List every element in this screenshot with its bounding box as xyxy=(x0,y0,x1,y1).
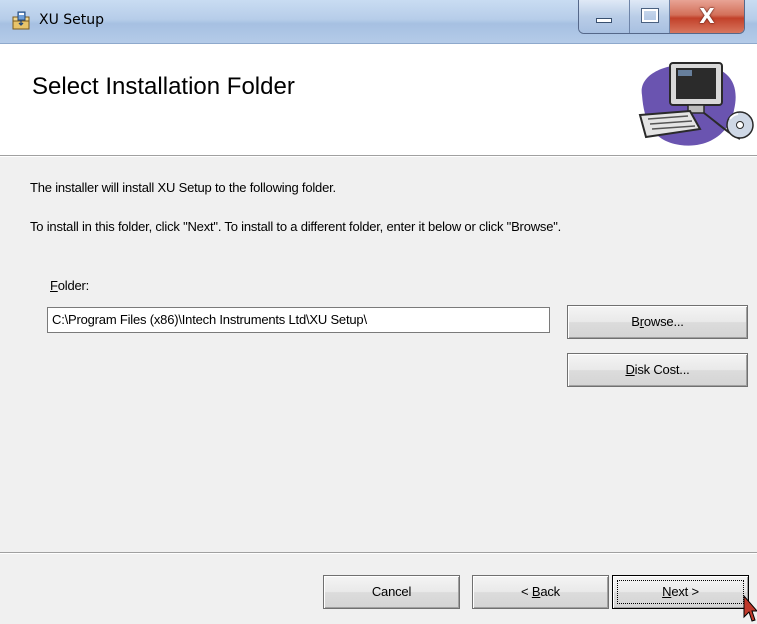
cancel-button[interactable]: Cancel xyxy=(323,575,460,609)
mouse-cursor-icon xyxy=(743,595,757,622)
back-label-start: < xyxy=(521,584,532,599)
disk-cost-label-mnemonic: D xyxy=(625,362,635,377)
browse-label-start: B xyxy=(631,314,640,329)
close-button[interactable]: X xyxy=(670,0,744,33)
minimize-button[interactable] xyxy=(579,0,630,33)
window-title: XU Setup xyxy=(39,12,105,28)
page-title: Select Installation Folder xyxy=(32,73,295,100)
title-bar: XU Setup X xyxy=(0,0,757,44)
focus-rectangle xyxy=(617,580,744,604)
install-info-text: The installer will install XU Setup to t… xyxy=(30,180,336,195)
disk-cost-button[interactable]: Disk Cost... xyxy=(567,353,748,387)
folder-label: Folder: xyxy=(50,278,89,293)
folder-label-mnemonic: F xyxy=(50,278,58,293)
back-label-end: ack xyxy=(540,584,560,599)
maximize-button[interactable] xyxy=(630,0,670,33)
minimize-icon xyxy=(596,18,612,23)
installer-icon xyxy=(12,11,30,30)
close-icon: X xyxy=(699,4,715,28)
maximize-icon xyxy=(641,8,659,23)
next-button[interactable]: Next > xyxy=(612,575,749,609)
folder-input[interactable]: C:\Program Files (x86)\Intech Instrument… xyxy=(47,307,550,333)
browse-label-end: owse... xyxy=(643,314,684,329)
back-button[interactable]: < Back xyxy=(472,575,609,609)
computer-cd-icon xyxy=(638,62,754,146)
header-banner: Select Installation Folder xyxy=(0,45,757,157)
browse-button[interactable]: Browse... xyxy=(567,305,748,339)
instructions-text: To install in this folder, click "Next".… xyxy=(30,219,562,234)
folder-label-text: older: xyxy=(57,278,90,293)
disk-cost-label-end: isk Cost... xyxy=(634,362,690,377)
window-controls: X xyxy=(578,0,745,34)
dialog-body: The installer will install XU Setup to t… xyxy=(0,157,757,552)
button-bar: Cancel < Back Next > xyxy=(0,552,757,624)
